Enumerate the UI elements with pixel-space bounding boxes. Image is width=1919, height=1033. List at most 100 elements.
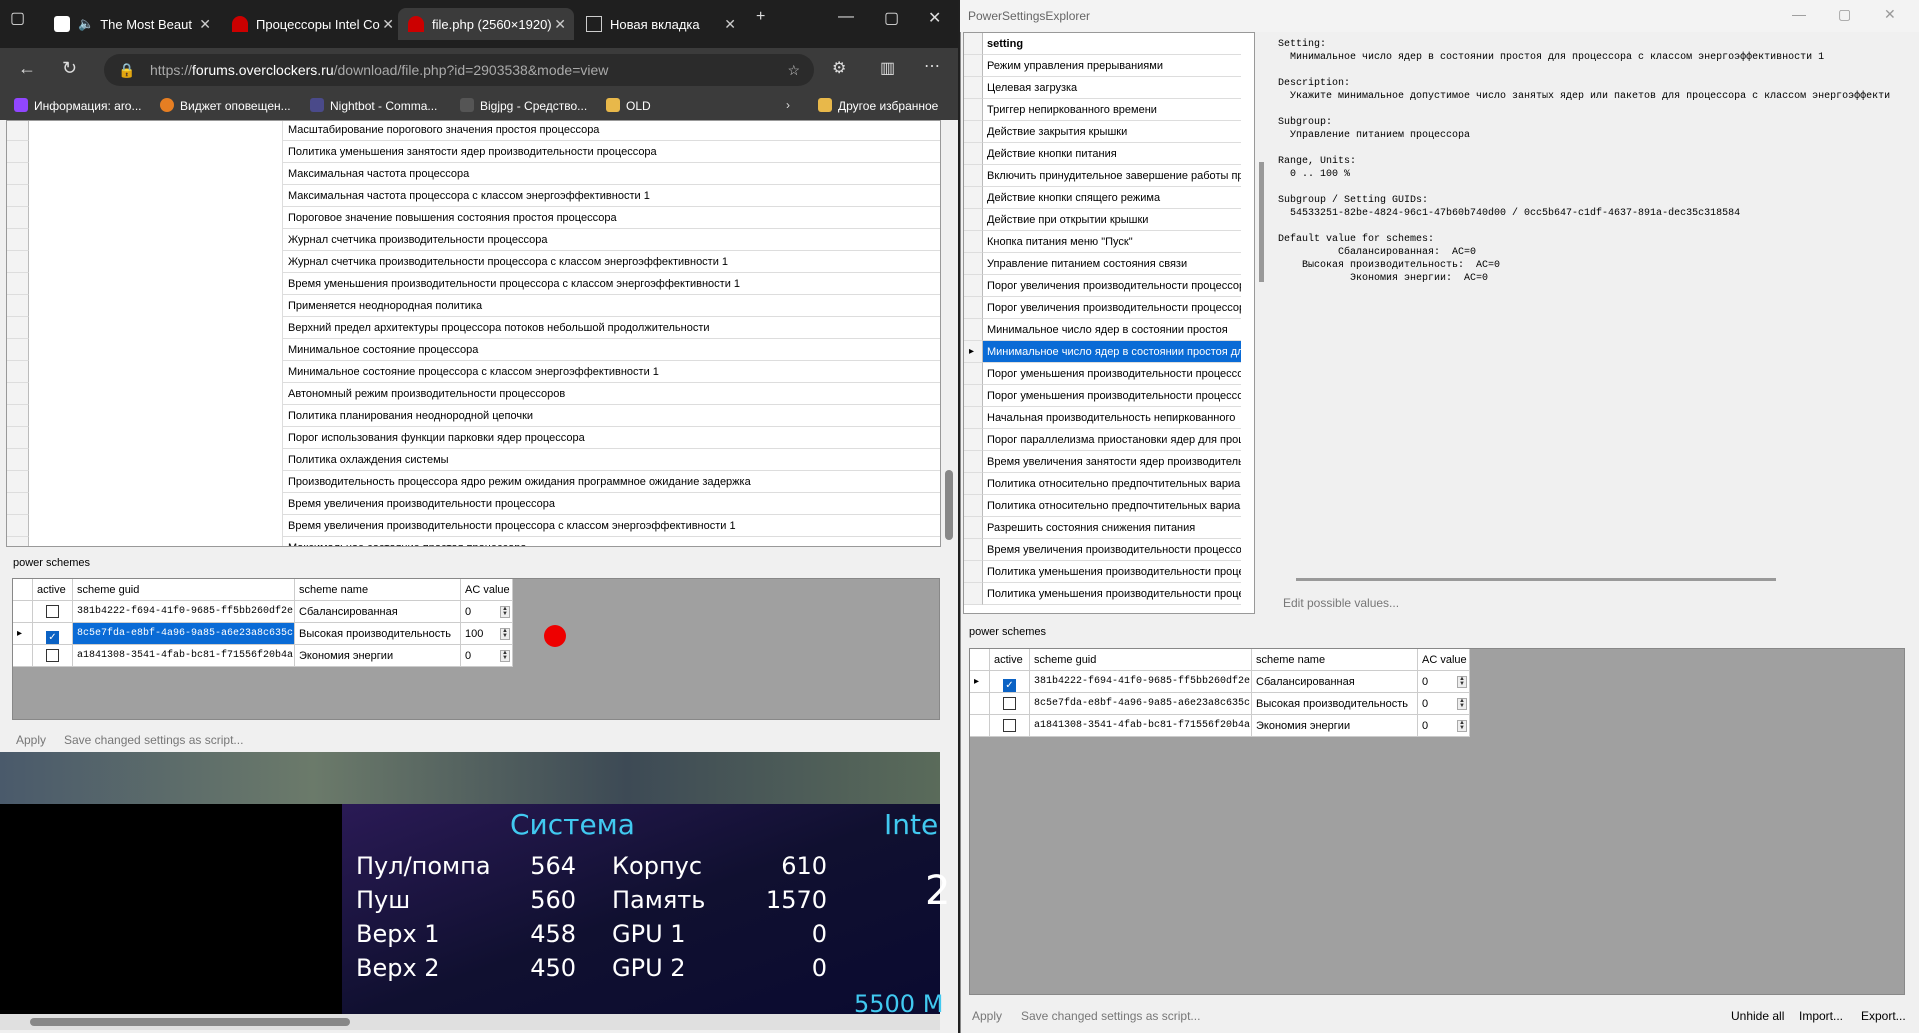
list-item[interactable]: Действие при открытии крышки [964,209,1254,231]
list-item[interactable]: Включить принудительное завершение работ… [964,165,1254,187]
scheme-guid[interactable]: 381b4222-f694-41f0-9685-ff5bb260df2e [73,601,295,623]
star-icon[interactable]: ☆ [787,54,800,86]
row-header[interactable] [964,363,983,385]
tab-file[interactable]: file.php (2560×1920) ✕ [398,8,574,40]
ac-value[interactable]: 0 ▲ ▼ [461,645,513,667]
settings-grid[interactable]: Масштабирование порогового значения прос… [6,120,941,547]
row-header[interactable] [13,601,33,623]
row-header[interactable] [964,451,983,473]
list-item[interactable]: Автономный режим производительности проц… [7,383,940,405]
unhide-all-button[interactable]: Unhide all [1731,1009,1784,1023]
list-item[interactable]: Пороговое значение повышения состояния п… [7,207,940,229]
edit-values-button[interactable]: Edit possible values... [1283,596,1399,610]
scheme-guid[interactable]: 8c5e7fda-e8bf-4a96-9a85-a6e23a8c635c [73,623,295,645]
row-header[interactable] [964,231,983,253]
scheme-name[interactable]: Сбалансированная [295,601,461,623]
list-item[interactable]: Порог увеличения производительности проц… [964,297,1254,319]
minimize-button[interactable]: — [838,8,854,26]
ac-value[interactable]: 100 ▲ ▼ [461,623,513,645]
ac-value[interactable]: 0 ▲ ▼ [1418,671,1470,693]
list-item[interactable]: Порог уменьшения производительности проц… [964,385,1254,407]
row-header[interactable] [7,273,29,295]
chevron-right-icon[interactable]: › [786,98,790,112]
row-header[interactable] [964,55,983,77]
extensions-icon[interactable]: ⚙ [832,58,846,78]
list-item[interactable]: Минимальное состояние процессора [7,339,940,361]
scheme-guid[interactable]: 8c5e7fda-e8bf-4a96-9a85-a6e23a8c635c [1030,693,1252,715]
row-header[interactable] [7,251,29,273]
row-header[interactable]: ▸ [970,671,990,693]
row-header[interactable] [964,385,983,407]
column-header[interactable]: active [33,579,73,601]
list-item[interactable]: Кнопка питания меню "Пуск" [964,231,1254,253]
list-item[interactable]: Действие кнопки спящего режима [964,187,1254,209]
list-item[interactable]: Время уменьшения производительности проц… [7,273,940,295]
close-button[interactable]: ✕ [928,8,941,28]
list-item[interactable]: Журнал счетчика производительности проце… [7,251,940,273]
list-item[interactable]: Время увеличения занятости ядер производ… [964,451,1254,473]
row-header[interactable] [964,407,983,429]
list-item[interactable]: Время увеличения производительности проц… [7,515,940,537]
close-button[interactable]: ✕ [1884,6,1896,23]
column-header[interactable]: AC value [461,579,513,601]
column-header[interactable]: active [990,649,1030,671]
row-header[interactable] [7,295,29,317]
column-header[interactable]: scheme name [295,579,461,601]
spin-arrows-icon[interactable]: ▲ ▼ [500,628,510,640]
save-script-button[interactable]: Save changed settings as script... [64,733,243,747]
active-cell[interactable] [33,601,73,623]
row-header[interactable] [964,253,983,275]
row-header[interactable] [964,583,983,605]
row-header[interactable] [964,77,983,99]
active-checkbox[interactable]: ✓ [1003,679,1016,692]
list-item[interactable]: Политика относительно предпочтительных в… [964,473,1254,495]
scroll-thumb[interactable] [945,470,953,540]
column-header[interactable]: AC value [1418,649,1470,671]
list-scrollbar[interactable] [1256,32,1268,614]
list-item[interactable]: Политика относительно предпочтительных в… [964,495,1254,517]
row-header[interactable] [13,645,33,667]
row-header[interactable] [7,141,29,163]
list-item[interactable]: Триггер непиркованного времени [964,99,1254,121]
row-header[interactable] [7,229,29,251]
row-header[interactable] [970,693,990,715]
save-script-button[interactable]: Save changed settings as script... [1021,1009,1200,1023]
maximize-button[interactable]: ▢ [1838,6,1851,23]
scheme-name[interactable]: Экономия энергии [1252,715,1418,737]
active-cell[interactable]: ✓ [33,623,73,645]
active-checkbox[interactable] [1003,719,1016,732]
row-header[interactable] [7,207,29,229]
split-screen-icon[interactable]: ▥ [880,58,895,78]
maximize-button[interactable]: ▢ [884,8,899,28]
row-header[interactable] [7,121,29,141]
active-checkbox[interactable] [1003,697,1016,710]
menu-icon[interactable]: ⋯ [924,56,940,76]
row-header[interactable] [7,361,29,383]
ac-value[interactable]: 0 ▲ ▼ [1418,693,1470,715]
row-header[interactable]: ▸ [13,623,33,645]
tab-new[interactable]: Новая вкладка ✕ [576,8,744,40]
scheme-name[interactable]: Экономия энергии [295,645,461,667]
horizontal-scrollbar[interactable] [0,1014,940,1030]
row-header[interactable] [964,517,983,539]
row-header[interactable] [964,143,983,165]
list-item[interactable]: Время увеличения производительности проц… [7,493,940,515]
row-header[interactable] [964,165,983,187]
row-header[interactable] [7,383,29,405]
row-header[interactable] [7,427,29,449]
ac-value[interactable]: 0 ▲ ▼ [1418,715,1470,737]
list-item[interactable]: Время увеличения производительности проц… [964,539,1254,561]
apply-button[interactable]: Apply [16,733,46,747]
column-header[interactable]: scheme guid [73,579,295,601]
ac-value[interactable]: 0 ▲ ▼ [461,601,513,623]
spin-arrows-icon[interactable]: ▲ ▼ [1457,698,1467,710]
list-item[interactable]: Действие закрытия крышки [964,121,1254,143]
settings-list[interactable]: setting Режим управления прерываниями Целе… [963,32,1255,614]
back-icon[interactable]: ← [18,58,36,79]
tab-intel[interactable]: Процессоры Intel Co ✕ [222,8,402,40]
row-header[interactable] [7,515,29,537]
minimize-button[interactable]: — [1792,6,1806,22]
row-header[interactable] [964,187,983,209]
export-button[interactable]: Export... [1861,1009,1906,1023]
column-header[interactable]: scheme guid [1030,649,1252,671]
